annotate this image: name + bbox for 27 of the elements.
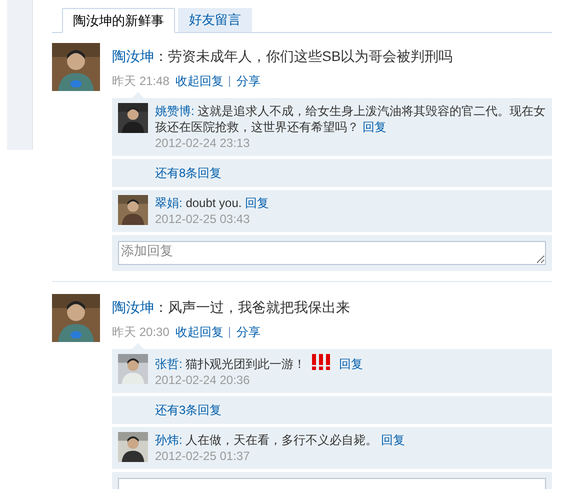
action-link[interactable]: 分享	[236, 323, 260, 341]
reply-time: 2012-02-25 01:37	[155, 448, 251, 464]
post-text: ：风声一过，我爸就把我保出来	[154, 299, 350, 315]
more-replies-link[interactable]: 还有8条回复	[155, 166, 222, 180]
more-replies-link[interactable]: 还有3条回复	[155, 403, 222, 417]
reply-text: 孙炜: 人在做，天在看，多行不义必自毙。 回复	[155, 432, 406, 448]
reply-text: 姚赞博: 这就是追求人不成，给女生身上泼汽油将其毁容的官二代。现在女孩还在医院抢救，这世界还有希望吗？ 回复	[155, 103, 546, 135]
reply-time: 2012-02-24 20:36	[155, 372, 251, 388]
post-time: 昨天 20:30	[112, 324, 170, 341]
reply-link[interactable]: 回复	[381, 433, 406, 447]
action-link[interactable]: 收起回复	[175, 72, 224, 90]
reply-link[interactable]: 回复	[362, 120, 386, 134]
reply-time: 2012-02-24 23:13	[155, 135, 251, 151]
reply-text: 张哲: 猫扑观光团到此一游！ 回复	[155, 354, 546, 372]
reply-text: 翠娟: doubt you. 回复	[155, 195, 270, 211]
tab[interactable]: 好友留言	[178, 8, 252, 32]
author-link[interactable]: 陶汝坤	[112, 299, 154, 315]
author-link[interactable]: 陶汝坤	[112, 48, 154, 64]
reply-time: 2012-02-25 03:43	[155, 211, 251, 227]
post-time: 昨天 21:48	[112, 73, 170, 90]
reply-link[interactable]: 回复	[245, 196, 270, 210]
action-link[interactable]: 收起回复	[175, 323, 224, 341]
post-text: ：劳资未成年人，你们这些SB以为哥会被判刑吗	[154, 48, 453, 64]
reply-link[interactable]: 回复	[339, 357, 364, 371]
reply-field[interactable]: 添加回复	[118, 241, 546, 265]
tab[interactable]: 陶汝坤的新鲜事	[62, 8, 175, 33]
action-link[interactable]: 分享	[236, 72, 260, 90]
